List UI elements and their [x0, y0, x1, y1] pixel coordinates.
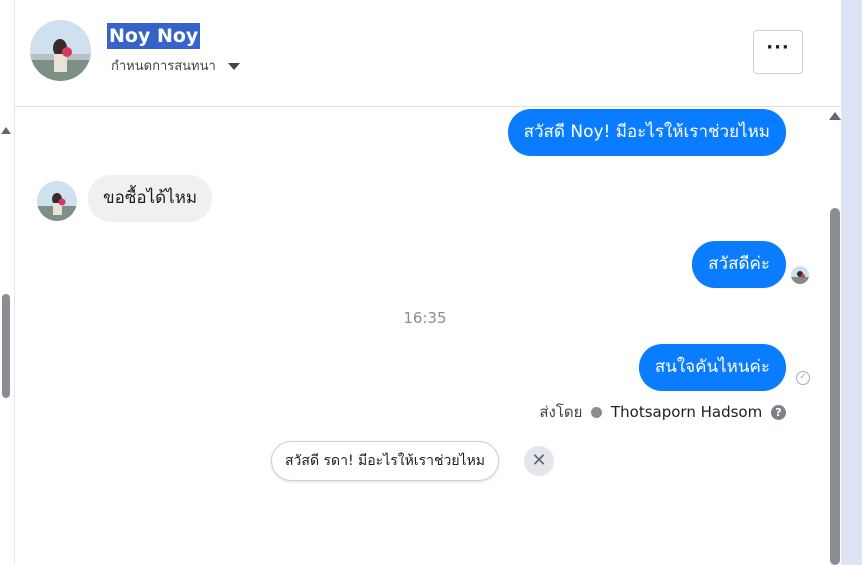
contact-name[interactable]: Noy Noy	[107, 23, 201, 49]
caret-down-icon	[227, 63, 240, 70]
scroll-up-arrow-icon[interactable]	[1, 127, 11, 134]
conversation-header: Noy Noy กำหนดการสนทนา ···	[15, 0, 842, 107]
incoming-message[interactable]: ขอซื้อได้ไหม	[88, 175, 213, 222]
contact-avatar-small	[37, 181, 77, 221]
delivered-check-icon: ✓	[796, 371, 810, 385]
scrollbar-thumb[interactable]	[830, 208, 840, 565]
left-scrollbar[interactable]	[0, 0, 15, 565]
outgoing-message[interactable]: สวัสดีค่ะ	[692, 241, 786, 288]
suggested-reply-chip[interactable]: สวัสดี รดา! มีอะไรให้เราช่วยไหม	[271, 441, 500, 481]
sent-by-info: ส่งโดย Thotsaporn Hadsom ?	[539, 400, 786, 424]
contact-avatar[interactable]	[30, 20, 91, 81]
conversation-panel: Noy Noy กำหนดการสนทนา ··· สวัสดี Noy! มี…	[15, 0, 842, 565]
assign-conversation-dropdown[interactable]: กำหนดการสนทนา	[111, 55, 240, 76]
right-gutter	[842, 0, 862, 565]
left-scrollbar-thumb[interactable]	[2, 294, 10, 398]
seen-avatar	[791, 266, 809, 284]
outgoing-message[interactable]: สวัสดี Noy! มีอะไรให้เราช่วยไหม	[507, 109, 786, 156]
agent-status-icon	[591, 407, 603, 418]
help-icon[interactable]: ?	[771, 405, 786, 420]
scroll-up-arrow-icon[interactable]	[829, 112, 841, 120]
assign-conversation-label: กำหนดการสนทนา	[111, 59, 216, 74]
agent-name: Thotsaporn Hadsom	[611, 403, 763, 421]
sent-by-label: ส่งโดย	[539, 403, 583, 421]
outgoing-message[interactable]: สนใจคันไหนค่ะ	[638, 344, 786, 391]
message-timestamp: 16:35	[403, 309, 447, 327]
more-options-button[interactable]: ···	[753, 30, 803, 74]
close-icon[interactable]: ✕	[524, 446, 554, 476]
